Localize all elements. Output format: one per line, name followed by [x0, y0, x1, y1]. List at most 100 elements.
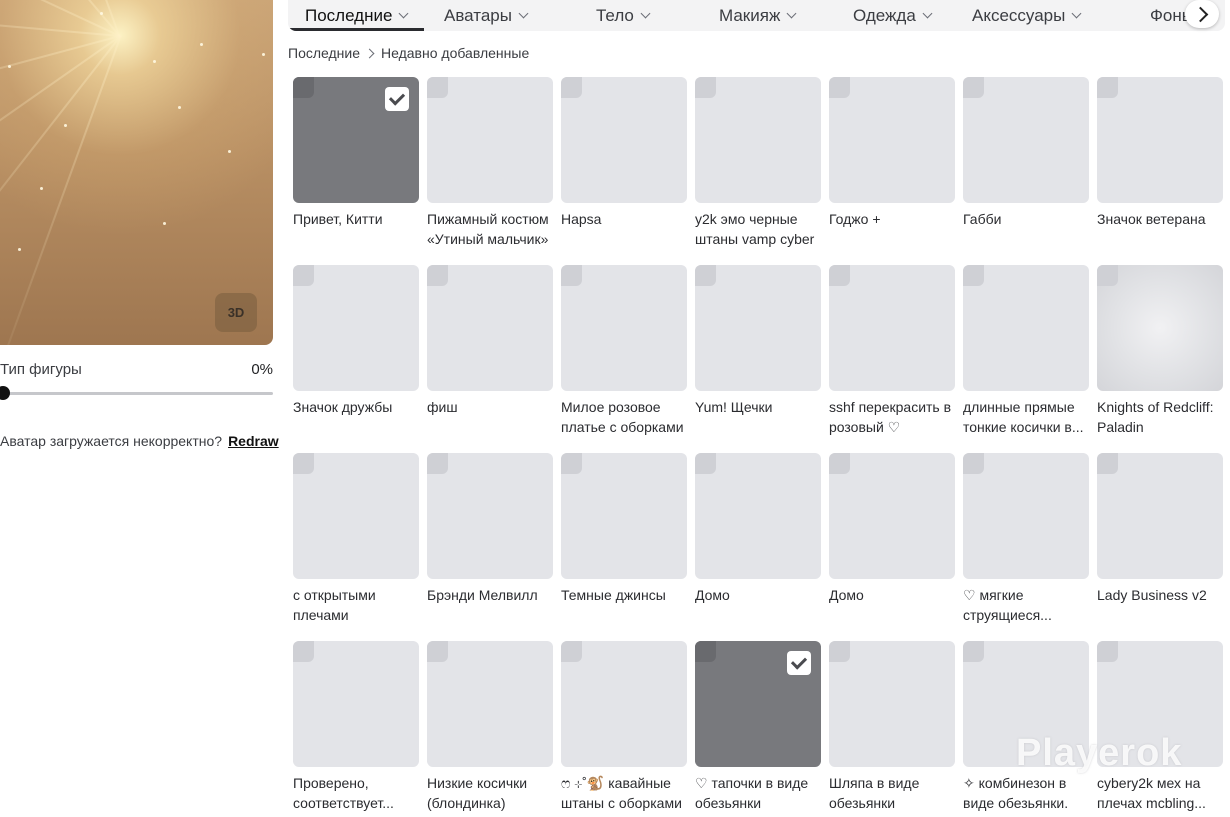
item-badge-icon	[561, 641, 582, 662]
catalog-item[interactable]: фиш	[427, 265, 553, 417]
catalog-item[interactable]: Пижамный костюм «Утиный мальчик»	[427, 77, 553, 249]
item-thumbnail[interactable]	[1097, 453, 1223, 579]
item-name: Низкие косички (блондинка)	[427, 775, 528, 811]
item-badge-icon	[695, 77, 716, 98]
item-name: Значок ветерана	[1097, 211, 1206, 227]
catalog-item[interactable]: Темные джинсы	[561, 453, 687, 605]
catalog-item[interactable]: Шляпа в виде обезьянки	[829, 641, 955, 813]
tab-makeup[interactable]: Макияж	[719, 0, 797, 31]
checkmark-icon[interactable]	[787, 651, 811, 675]
item-thumbnail[interactable]	[427, 77, 553, 203]
catalog-item[interactable]: Милое розовое платье с оборками	[561, 265, 687, 437]
catalog-item[interactable]: Lady Business v2	[1097, 453, 1223, 605]
item-badge-icon	[1097, 77, 1118, 98]
shape-type-slider-thumb[interactable]	[0, 386, 10, 400]
catalog-item[interactable]: Hapsa	[561, 77, 687, 229]
tab-accessories[interactable]: Аксессуары	[972, 0, 1082, 31]
breadcrumb: Последние Недавно добавленные	[288, 45, 529, 61]
view-3d-button[interactable]: 3D	[215, 293, 257, 332]
light-ray	[0, 35, 122, 345]
tab-label: Последние	[305, 5, 393, 25]
breadcrumb-root[interactable]: Последние	[288, 45, 360, 61]
light-ray	[0, 35, 122, 278]
item-badge-icon	[561, 77, 582, 98]
item-name: Yum! Щечки	[695, 399, 773, 415]
catalog-item[interactable]: Брэнди Мелвилл	[427, 453, 553, 605]
chevron-down-icon	[398, 8, 409, 19]
item-thumbnail[interactable]	[561, 265, 687, 391]
catalog-item[interactable]: Knights of Redcliff: Paladin	[1097, 265, 1223, 437]
item-thumbnail[interactable]	[963, 77, 1089, 203]
item-name: Lady Business v2	[1097, 587, 1207, 603]
catalog-item[interactable]: Привет, Китти	[293, 77, 419, 229]
catalog-item[interactable]: ෆ ⊹˚🐒 кавайные штаны с оборками	[561, 641, 687, 813]
item-name: Пижамный костюм «Утиный мальчик»	[427, 211, 549, 247]
shape-type-slider[interactable]	[0, 392, 273, 395]
item-thumbnail[interactable]	[829, 641, 955, 767]
catalog-item[interactable]: Габби	[963, 77, 1089, 229]
item-thumbnail[interactable]	[561, 77, 687, 203]
item-thumbnail[interactable]	[293, 453, 419, 579]
catalog-item[interactable]: cybery2k мех на плечах mcbling...	[1097, 641, 1223, 813]
catalog-item[interactable]: ♡ тапочки в виде обезьянки	[695, 641, 821, 813]
catalog-item[interactable]: y2k эмо черные штаны vamp cyber	[695, 77, 821, 249]
item-thumbnail[interactable]	[695, 77, 821, 203]
catalog-item[interactable]: Проверено, соответствует...	[293, 641, 419, 813]
item-thumbnail[interactable]	[561, 641, 687, 767]
item-thumbnail[interactable]	[963, 641, 1089, 767]
chevron-down-icon	[518, 8, 529, 19]
avatar-preview[interactable]: 3D	[0, 0, 273, 345]
item-thumbnail[interactable]	[427, 453, 553, 579]
item-thumbnail[interactable]	[829, 77, 955, 203]
item-thumbnail[interactable]	[1097, 641, 1223, 767]
sparkle	[18, 248, 21, 251]
catalog-item[interactable]: Значок дружбы	[293, 265, 419, 417]
item-name: ♡ мягкие струящиеся...	[963, 587, 1052, 623]
item-thumbnail[interactable]	[427, 265, 553, 391]
sparkle	[40, 187, 43, 190]
item-thumbnail[interactable]	[1097, 265, 1223, 391]
catalog-item[interactable]: Домо	[695, 453, 821, 605]
item-name: фиш	[427, 399, 458, 415]
item-thumbnail[interactable]	[1097, 77, 1223, 203]
catalog-item[interactable]: с открытыми плечами	[293, 453, 419, 625]
item-thumbnail[interactable]	[427, 641, 553, 767]
item-name: Брэнди Мелвилл	[427, 587, 538, 603]
item-badge-icon	[1097, 453, 1118, 474]
item-badge-icon	[1097, 265, 1118, 286]
catalog-item[interactable]: Годжо +	[829, 77, 955, 229]
item-thumbnail[interactable]	[561, 453, 687, 579]
reload-question: Аватар загружается некорректно?	[0, 433, 223, 449]
catalog-item[interactable]: Yum! Щечки	[695, 265, 821, 417]
item-thumbnail[interactable]	[695, 453, 821, 579]
tabs-scroll-right-button[interactable]	[1185, 0, 1219, 28]
item-name: Hapsa	[561, 211, 602, 227]
catalog-item[interactable]: ♡ мягкие струящиеся...	[963, 453, 1089, 625]
item-thumbnail[interactable]	[293, 77, 419, 203]
item-thumbnail[interactable]	[963, 453, 1089, 579]
tab-body[interactable]: Тело	[596, 0, 651, 31]
tab-clothing[interactable]: Одежда	[853, 0, 933, 31]
item-thumbnail[interactable]	[695, 641, 821, 767]
redraw-link[interactable]: Redraw	[228, 433, 279, 449]
tab-recent[interactable]: Последние	[288, 0, 425, 31]
sparkle	[153, 60, 156, 63]
tab-label: Макияж	[719, 5, 781, 25]
catalog-item[interactable]: ✧ комбинезон в виде обезьянки.	[963, 641, 1089, 813]
catalog-item[interactable]: sshf перекрасить в розовый ♡	[829, 265, 955, 437]
sparkle	[8, 65, 11, 68]
item-thumbnail[interactable]	[293, 265, 419, 391]
catalog-item[interactable]: Домо	[829, 453, 955, 605]
item-thumbnail[interactable]	[829, 265, 955, 391]
item-thumbnail[interactable]	[829, 453, 955, 579]
catalog-item[interactable]: Низкие косички (блондинка)	[427, 641, 553, 813]
item-name: Домо	[695, 587, 730, 603]
catalog-item[interactable]: длинные прямые тонкие косички в...	[963, 265, 1089, 437]
item-name: ♡ тапочки в виде обезьянки	[695, 775, 809, 811]
item-thumbnail[interactable]	[293, 641, 419, 767]
catalog-item[interactable]: Значок ветерана	[1097, 77, 1223, 229]
item-thumbnail[interactable]	[963, 265, 1089, 391]
tab-avatars[interactable]: Аватары	[444, 0, 529, 31]
item-thumbnail[interactable]	[695, 265, 821, 391]
checkmark-icon[interactable]	[385, 87, 409, 111]
